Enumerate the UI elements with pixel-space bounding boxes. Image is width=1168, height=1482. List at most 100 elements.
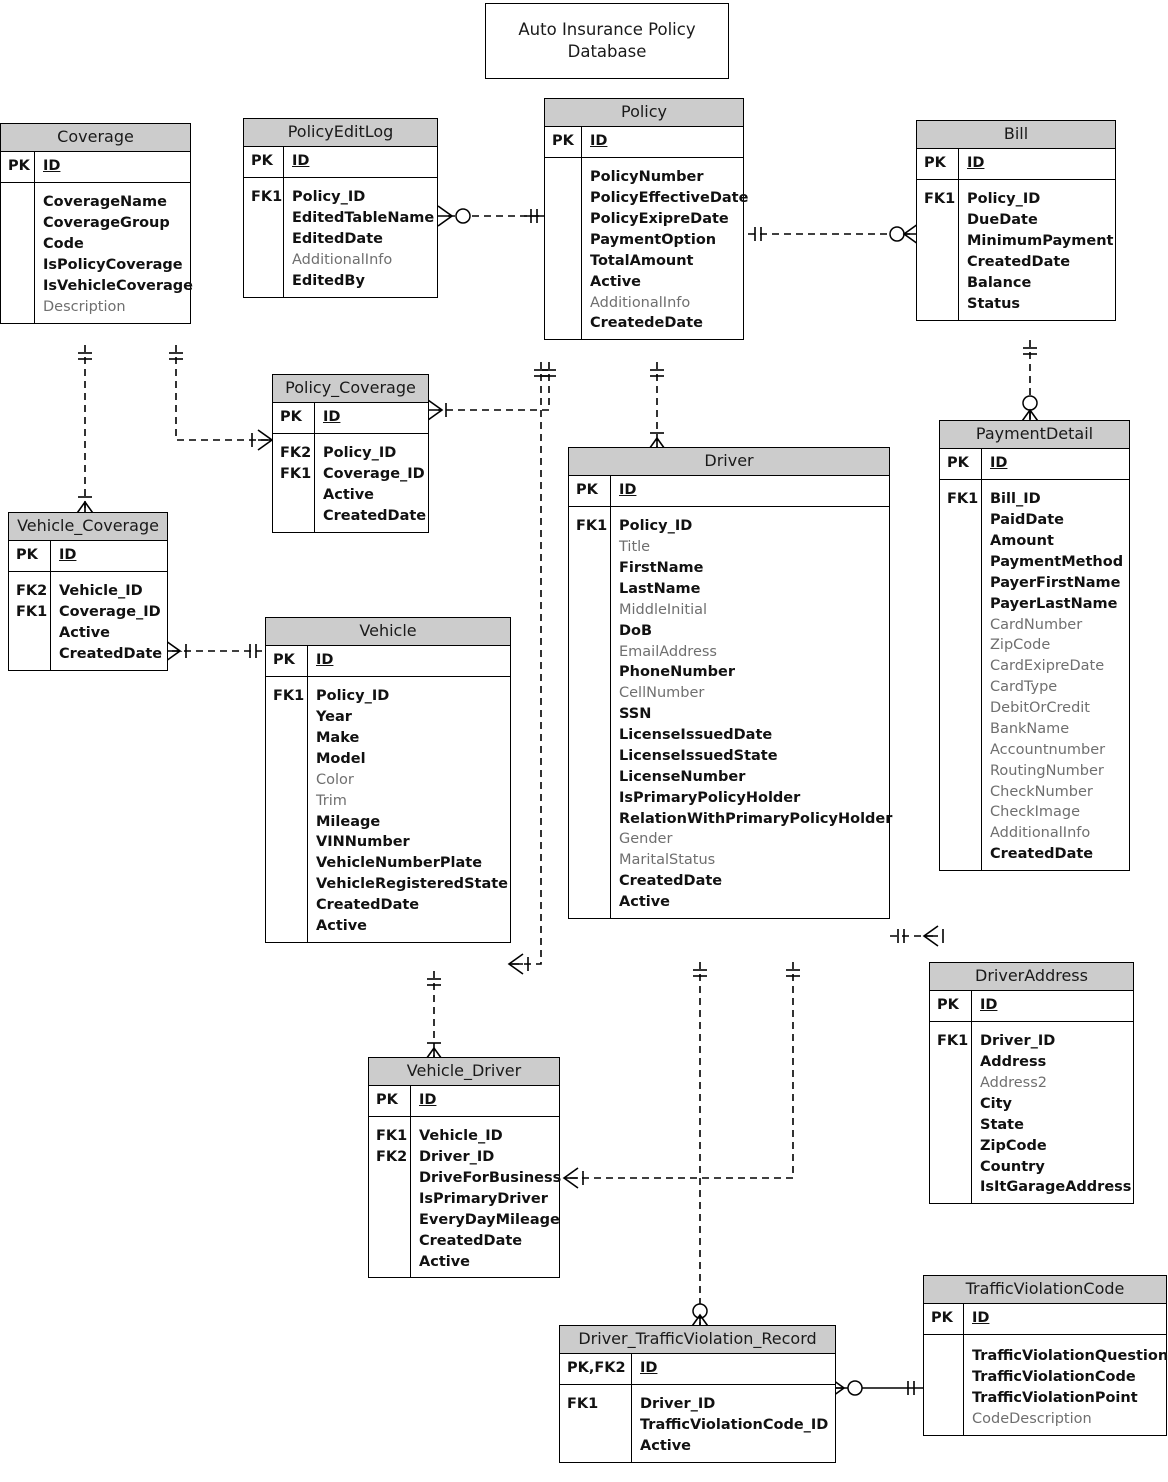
fk1-key-label: FK1 [280,466,312,483]
field-additionalinfo: AdditionalInfo [990,825,1091,842]
field-isprimarydriver: IsPrimaryDriver [419,1190,548,1207]
entity-pk-section: PK ID [569,476,889,507]
field-lastname: LastName [619,580,701,597]
entity-pk-section: PK ID [9,541,167,572]
field-active: Active [316,917,368,934]
field-balance: Balance [967,274,1032,291]
entity-attr-section: FK1 Driver_ID TrafficViolationCode_ID Ac… [560,1384,835,1462]
entity-pk-section: PK ID [1,152,190,183]
field-coveragegroup: CoverageGroup [43,215,170,232]
entity-title-trafficviolationcode: TrafficViolationCode [924,1276,1166,1305]
field-cardtype: CardType [990,679,1058,696]
pk-field: ID [640,1360,658,1377]
entity-policy_coverage[interactable]: Policy_Coverage PK ID FK2 FK1 Policy_ID … [272,374,429,533]
diagram-title-line2: Database [567,42,647,61]
pk-field: ID [419,1092,437,1109]
field-bankname: BankName [990,720,1070,737]
entity-vehicle[interactable]: Vehicle PK ID FK1 Policy_ID Year Make Mo… [265,617,511,943]
entity-title-vehicle_coverage: Vehicle_Coverage [9,513,167,542]
field-vehicle-id: Vehicle_ID [419,1128,503,1145]
field-vehicleregisteredstate: VehicleRegisteredState [316,876,508,893]
field-paymentoption: PaymentOption [590,231,717,248]
entity-pk-section: PK ID [924,1304,1166,1335]
field-country: Country [980,1158,1045,1175]
relationship-coverage-vehicle_coverage [74,345,96,517]
pk-field: ID [980,997,998,1014]
fk2-key-label: FK2 [16,583,48,600]
relationship-vehicle-vehicle_driver [423,971,445,1063]
field-vehicle-id: Vehicle_ID [59,583,143,600]
field-amount: Amount [990,533,1054,550]
field-policynumber: PolicyNumber [590,169,704,186]
field-createddate: CreatedDate [967,253,1071,270]
field-paiddate: PaidDate [990,512,1064,529]
fk-key-label: FK1 [569,507,611,918]
field-editeddate: EditedDate [292,231,383,248]
entity-attr-section: PolicyNumber PolicyEffectiveDate PolicyE… [545,157,748,340]
field-createddate: CreatedDate [59,645,163,662]
entity-pk-section: PK ID [545,127,743,158]
entity-driveraddress[interactable]: DriverAddress PK ID FK1 Driver_ID Addres… [929,962,1134,1205]
entity-coverage[interactable]: Coverage PK ID CoverageName CoverageGrou… [0,123,194,324]
entity-pk-section: PK ID [917,149,1115,180]
entity-bill[interactable]: Bill PK ID FK1 Policy_ID DueDate Minimum… [916,120,1116,321]
fk-key-label: FK1 [244,178,284,297]
entity-title-policy_coverage: Policy_Coverage [273,375,428,404]
field-editedby: EditedBy [292,272,365,289]
pk-key-label: PK,FK2 [560,1354,632,1385]
entity-driver_trafficviolation_record[interactable]: Driver_TrafficViolation_Record PK,FK2 ID… [559,1325,836,1463]
field-duedate: DueDate [967,212,1038,229]
entity-driver[interactable]: Driver PK ID FK1 Policy_ID Title FirstNa… [568,447,893,919]
field-model: Model [316,750,366,767]
entity-pk-section: PK ID [244,147,437,178]
pk-key-label: PK [940,449,982,480]
fk-key-label: FK1 [560,1385,632,1462]
field-policy-id: Policy_ID [316,688,390,705]
field-middleinitial: MiddleInitial [619,601,708,618]
field-bill-id: Bill_ID [990,491,1041,508]
field-city: City [980,1095,1012,1112]
diagram-title-box: Auto Insurance Policy Database [485,3,729,79]
entity-policy[interactable]: Policy PK ID PolicyNumber PolicyEffectiv… [544,98,748,341]
entity-trafficviolationcode[interactable]: TrafficViolationCode PK ID TrafficViolat… [923,1275,1168,1436]
field-active: Active [59,625,111,642]
entity-attr-section: FK2 FK1 Vehicle_ID Coverage_ID Active Cr… [9,571,167,670]
entity-title-coverage: Coverage [1,124,190,153]
field-status: Status [967,295,1021,312]
fk2-key-label: FK2 [376,1149,408,1166]
er-diagram-canvas: Auto Insurance Policy Database Coverage … [0,0,1168,1482]
field-coverage-id: Coverage_ID [323,466,425,483]
field-checknumber: CheckNumber [990,783,1093,800]
entity-paymentdetail[interactable]: PaymentDetail PK ID FK1 Bill_ID PaidDate… [939,420,1130,872]
entity-attr-section: FK1 Driver_ID Address Address2 City Stat… [930,1021,1133,1204]
fk-key-label: FK1 [930,1022,972,1204]
field-policy-id: Policy_ID [619,518,693,535]
field-ssn: SSN [619,706,652,723]
field-relationwithprimarypolicyholder: RelationWithPrimaryPolicyHolder [619,810,893,827]
entity-policyeditlog[interactable]: PolicyEditLog PK ID FK1 Policy_ID Edited… [243,118,438,298]
entity-title-driver: Driver [569,448,889,477]
relationship-bill-paymentdetail [1019,340,1041,425]
field-isvehiclecoverage: IsVehicleCoverage [43,277,194,294]
relationship-driver-driveraddress [890,925,944,947]
pk-field: ID [59,547,77,564]
fk-key-label: FK1 [940,480,982,871]
relationship-policy-bill [748,223,919,245]
entity-vehicle_driver[interactable]: Vehicle_Driver PK ID FK1 FK2 Vehicle_ID … [368,1057,561,1279]
entity-attr-section: FK1 Policy_ID EditedTableName EditedDate… [244,177,437,297]
entity-title-policyeditlog: PolicyEditLog [244,119,437,148]
field-policy-id: Policy_ID [967,191,1041,208]
entity-vehicle_coverage[interactable]: Vehicle_Coverage PK ID FK2 FK1 Vehicle_I… [8,512,168,671]
entity-title-vehicle_driver: Vehicle_Driver [369,1058,559,1087]
pk-field: ID [967,155,985,172]
field-createddate: CreatedDate [619,873,723,890]
pk-field: ID [43,158,61,175]
field-address2: Address2 [980,1075,1047,1092]
field-additionalinfo: AdditionalInfo [590,294,691,311]
entity-pk-section: PK ID [930,991,1133,1022]
field-dob: DoB [619,622,653,639]
entity-title-vehicle: Vehicle [266,618,510,647]
pk-key-label: PK [545,127,582,158]
field-maritalstatus: MaritalStatus [619,852,716,869]
pk-key-label: PK [1,152,35,183]
